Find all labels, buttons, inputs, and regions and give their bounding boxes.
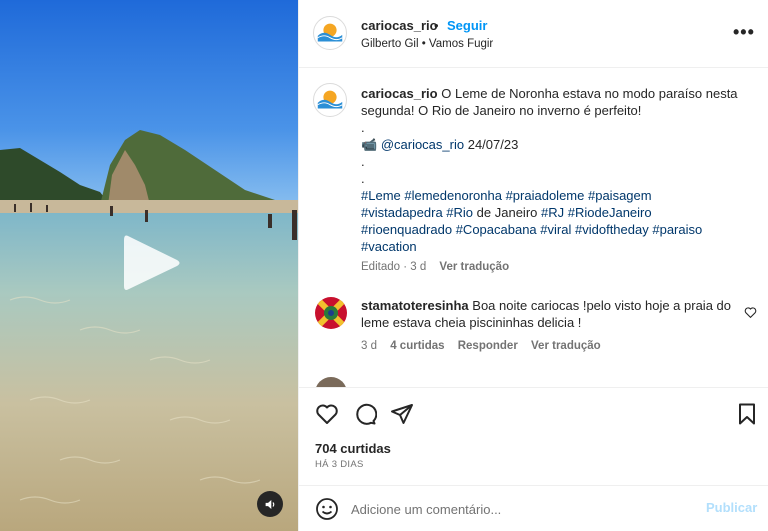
speaker-icon (265, 499, 274, 509)
caption-dot: . (361, 154, 365, 169)
hashtag[interactable]: #rioenquadrado (361, 222, 452, 237)
bookmark-icon[interactable] (735, 402, 759, 426)
audio-info-link[interactable]: Gilberto Gil • Vamos Fugir (361, 38, 493, 50)
hashtag[interactable]: #paisagem (588, 188, 652, 203)
caption-text: de Janeiro (476, 205, 538, 220)
hashtag[interactable]: #vidoftheday (575, 222, 649, 237)
comment-avatar[interactable] (315, 377, 347, 387)
hashtag[interactable]: #praiadoleme (506, 188, 585, 203)
credit-mention[interactable]: @cariocas_rio (381, 137, 464, 152)
caption-dot: . (361, 120, 365, 135)
hashtag[interactable]: #Leme (361, 188, 401, 203)
follow-button[interactable]: Seguir (447, 18, 487, 33)
post-time[interactable]: HÁ 3 DIAS (315, 459, 364, 470)
more-options-icon[interactable]: ••• (733, 22, 754, 46)
camera-emoji: 📹 (361, 137, 378, 152)
credit-date: 24/07/23 (467, 137, 519, 152)
post-caption: cariocas_rio O Leme de Noronha estava no… (361, 85, 753, 255)
caption-username[interactable]: cariocas_rio (361, 86, 438, 101)
edited-label: Editado · 3 d (361, 261, 427, 273)
hashtag[interactable]: #RiodeJaneiro (568, 205, 652, 220)
comment-composer: Publicar (299, 485, 768, 531)
comment-meta: 3 d 4 curtidas Responder Ver tradução (361, 340, 611, 352)
caption-avatar[interactable] (313, 83, 347, 117)
hashtag[interactable]: #viral (540, 222, 571, 237)
comment-like-icon[interactable] (744, 306, 757, 319)
post-actions: 704 curtidas HÁ 3 DIAS (299, 387, 768, 485)
comment-input[interactable] (351, 498, 691, 520)
comment-icon[interactable] (353, 402, 378, 426)
publish-button[interactable]: Publicar (706, 500, 757, 515)
like-icon[interactable] (315, 402, 339, 426)
avatar[interactable] (313, 16, 347, 50)
hashtag[interactable]: #paraiso (652, 222, 702, 237)
share-icon[interactable] (390, 402, 414, 426)
comment-time: 3 d (361, 340, 377, 352)
play-icon[interactable] (122, 232, 182, 294)
see-translation-link[interactable]: Ver tradução (439, 261, 509, 273)
comment-likes[interactable]: 4 curtidas (390, 340, 444, 352)
caption-meta: Editado · 3 d Ver tradução (361, 261, 519, 273)
post-header: cariocas_rio • Seguir Gilberto Gil • Vam… (299, 0, 768, 68)
hashtag[interactable]: #vacation (361, 239, 417, 254)
hashtag[interactable]: #Copacabana (456, 222, 537, 237)
audio-toggle-button[interactable] (257, 491, 283, 517)
header-separator: • (434, 18, 439, 33)
header-username[interactable]: cariocas_rio (361, 18, 438, 33)
comment: stamatoteresinha Boa noite cariocas !pel… (361, 297, 733, 331)
caption-dot: . (361, 171, 365, 186)
hashtag[interactable]: #Rio (446, 205, 473, 220)
post-video[interactable] (0, 0, 298, 531)
emoji-icon[interactable] (315, 497, 339, 521)
see-translation-link[interactable]: Ver tradução (531, 340, 601, 352)
hashtag[interactable]: #lemedenoronha (404, 188, 502, 203)
hashtag[interactable]: #RJ (541, 205, 564, 220)
hashtag[interactable]: #vistadapedra (361, 205, 443, 220)
comment-username[interactable]: stamatoteresinha (361, 298, 469, 313)
likes-count[interactable]: 704 curtidas (315, 441, 391, 456)
comment-avatar[interactable] (315, 297, 347, 329)
post-details-panel: cariocas_rio • Seguir Gilberto Gil • Vam… (298, 0, 768, 531)
comments-section[interactable]: cariocas_rio O Leme de Noronha estava no… (299, 69, 768, 387)
reply-button[interactable]: Responder (458, 340, 518, 352)
